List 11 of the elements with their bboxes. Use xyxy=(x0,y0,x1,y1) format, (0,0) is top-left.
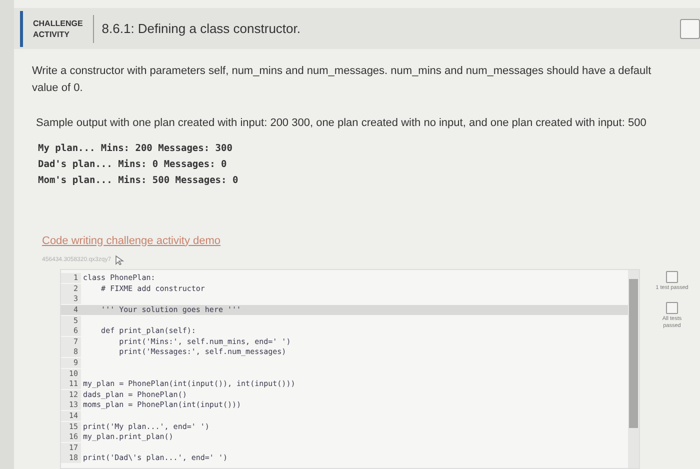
instructions-text: Write a constructor with parameters self, num_mins and num_messages. num_mins and num_messages should have a default value of 0. xyxy=(32,64,652,96)
cursor-icon xyxy=(115,255,124,265)
challenge-activity-label: CHALLENGE ACTIVITY xyxy=(33,18,83,40)
sample-output-line: My plan... Mins: 200 Messages: 300 xyxy=(38,142,234,156)
sample-output-line: Dad's plan... Mins: 0 Messages: 0 xyxy=(38,158,228,172)
demo-link[interactable]: Code writing challenge activity demo xyxy=(42,232,221,249)
sample-output-line: Mom's plan... Mins: 500 Messages: 0 xyxy=(38,174,240,188)
scrollbar[interactable] xyxy=(628,270,639,468)
activity-title: 8.6.1: Defining a class constructor. xyxy=(102,20,300,38)
completion-checkbox-icon xyxy=(680,18,700,39)
sample-output-intro: Sample output with one plan created with input: 200 300, one plan created with no input, and one plan created with input: 500 xyxy=(36,116,648,132)
